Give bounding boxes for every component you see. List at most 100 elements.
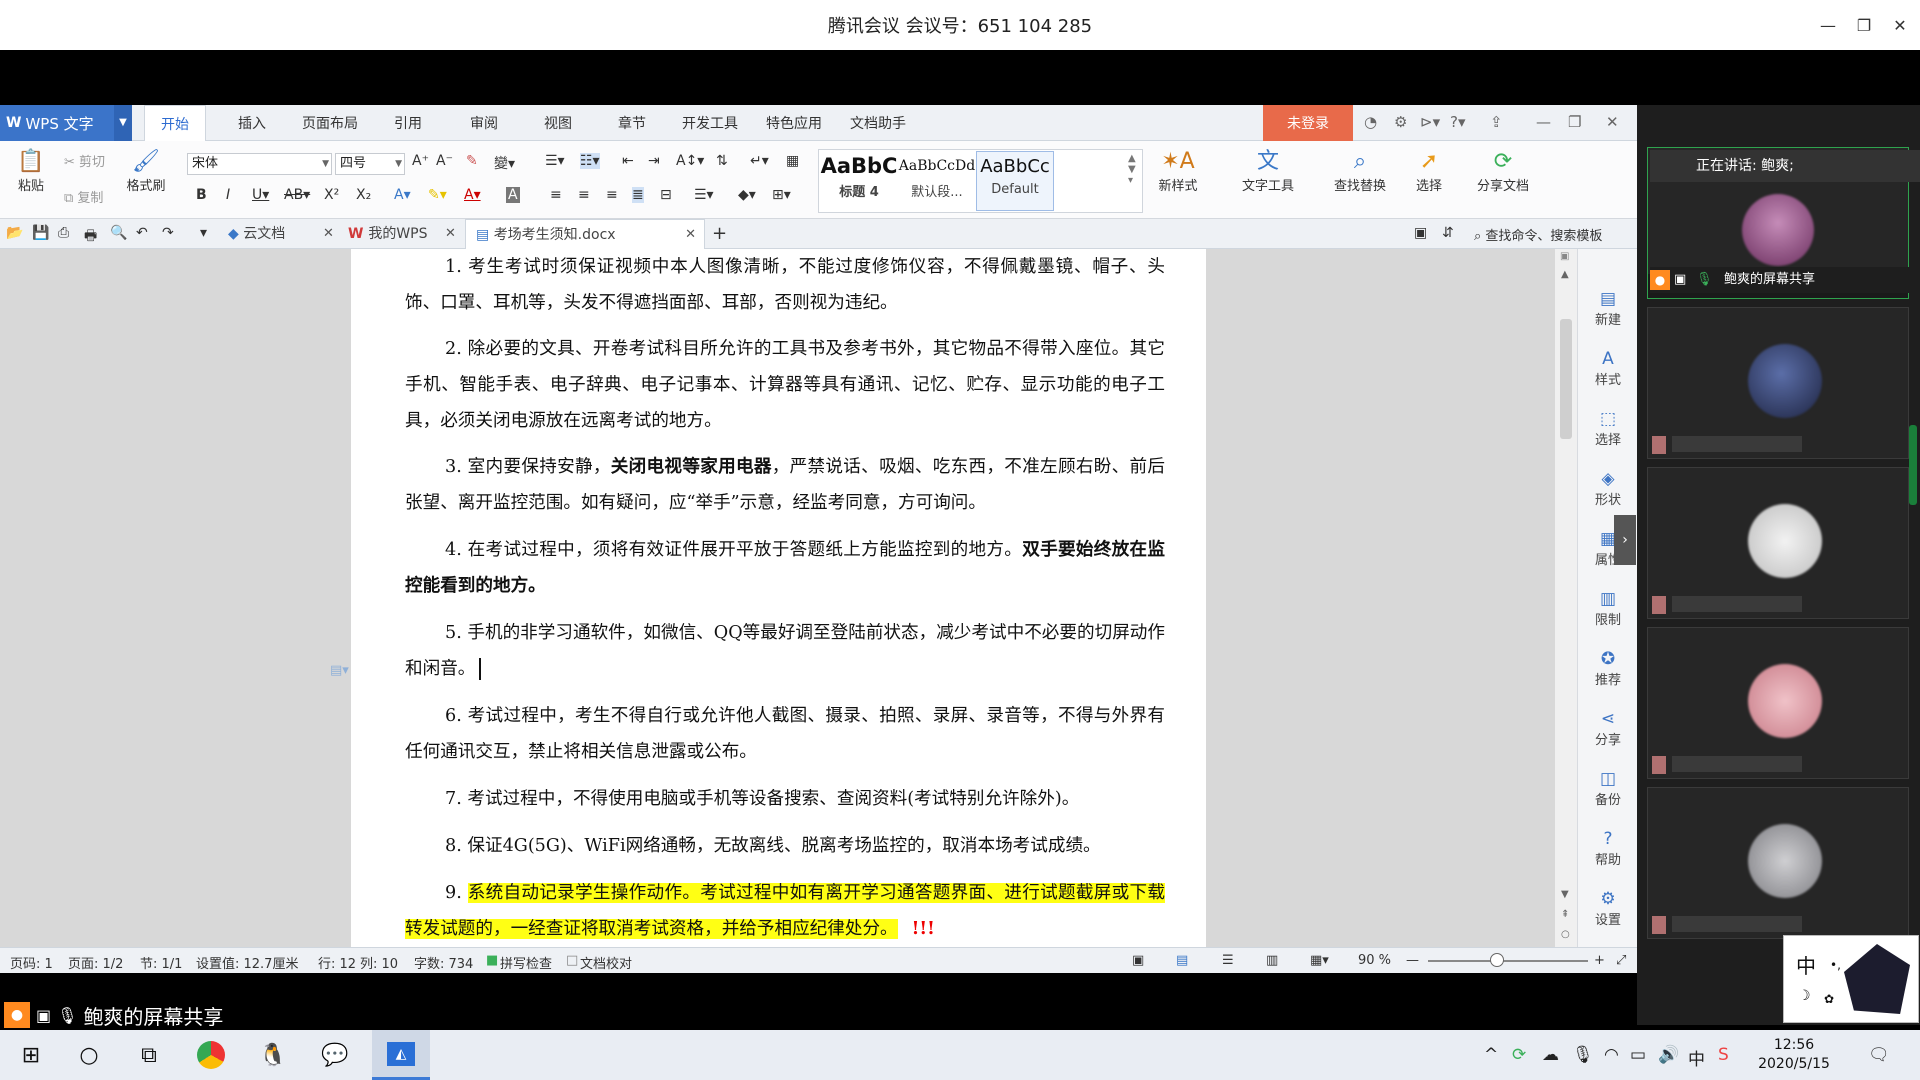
qq-icon[interactable]: 🐧 — [248, 1030, 298, 1080]
outline-view-icon[interactable]: ☰ — [1222, 953, 1234, 968]
quick-access-menu-icon[interactable]: ▾ — [200, 225, 207, 241]
shrink-font-icon[interactable]: A⁻ — [436, 153, 453, 169]
start-windows-icon[interactable]: ⊞ — [6, 1030, 56, 1080]
task-view-icon[interactable]: ⧉ — [124, 1030, 174, 1080]
panel-expand-button[interactable]: › — [1614, 515, 1636, 565]
align-right-icon[interactable]: ≡ — [606, 187, 618, 203]
wifi-icon[interactable]: ◠ — [1604, 1045, 1619, 1065]
scroll-up-icon[interactable]: ▲ — [1561, 269, 1569, 280]
help-icon[interactable]: ?▾ — [1450, 113, 1466, 131]
undo-icon[interactable]: ↶ — [136, 225, 148, 241]
select-button[interactable]: ➚ 选择 — [1404, 149, 1454, 194]
ime-status-box[interactable]: 中 •, ☽ ✿ — [1783, 935, 1919, 1023]
open-folder-icon[interactable]: 📂 — [6, 225, 23, 241]
browse-object-icon[interactable]: ○ — [1561, 929, 1570, 940]
line-spacing-icon[interactable]: ☰▾ — [694, 187, 714, 203]
align-center-icon[interactable]: ≡ — [578, 187, 590, 203]
phonetic-icon[interactable]: 變▾ — [494, 153, 515, 173]
close-icon[interactable]: ✕ — [445, 219, 456, 249]
zoom-level[interactable]: 90 % — [1358, 953, 1391, 968]
bold-icon[interactable]: B — [196, 187, 207, 203]
close-icon[interactable]: ✕ — [1606, 113, 1619, 131]
taskbar-clock[interactable]: 12:56 2020/5/15 — [1754, 1036, 1834, 1074]
style-default-para[interactable]: AaBbCcDd 默认段... — [898, 151, 976, 211]
battery-icon[interactable]: ▭ — [1630, 1045, 1646, 1065]
subscript-icon[interactable]: X₂ — [356, 187, 371, 203]
video-tile[interactable] — [1647, 787, 1909, 939]
skin-icon[interactable]: ◔ — [1364, 113, 1377, 131]
tab-references[interactable]: 引用 — [394, 105, 422, 141]
new-tab-icon[interactable]: + — [712, 223, 727, 244]
minimize-icon[interactable]: — — [1536, 113, 1551, 131]
vertical-scrollbar[interactable]: ▣ ▲ ▼ ⇞ ○ ⇟ — [1555, 249, 1577, 973]
close-icon[interactable]: ✕ — [1882, 0, 1918, 50]
grow-font-icon[interactable]: A⁺ — [412, 153, 429, 169]
new-style-button[interactable]: ✶A 新样式 — [1148, 149, 1208, 194]
minimize-icon[interactable]: — — [1810, 0, 1846, 50]
numbering-icon[interactable]: ☷▾ — [580, 153, 600, 169]
panel-restrict[interactable]: ▥ 限制 — [1578, 589, 1637, 628]
tab-cloud-docs[interactable]: ◆ 云文档 — [228, 219, 285, 249]
page-view-icon[interactable]: ▤ — [1176, 953, 1188, 968]
zoom-out-icon[interactable]: — — [1406, 953, 1419, 968]
borders-icon[interactable]: ⊞▾ — [772, 187, 791, 203]
tab-doc-assistant[interactable]: 文档助手 — [850, 105, 906, 141]
chinese-layout-icon[interactable]: A↕▾ — [676, 153, 704, 169]
tab-home[interactable]: 开始 — [144, 105, 206, 142]
paragraph-handle-icon[interactable]: ▤▾ — [330, 663, 349, 678]
close-icon[interactable]: ✕ — [685, 220, 696, 250]
tab-insert[interactable]: 插入 — [238, 105, 266, 141]
save-icon[interactable]: 💾 — [32, 225, 49, 241]
login-button[interactable]: 未登录 — [1263, 105, 1353, 141]
format-painter-button[interactable]: 🖌 格式刷 — [122, 149, 170, 194]
bullets-icon[interactable]: ☰▾ — [545, 153, 565, 169]
panel-settings[interactable]: ⚙ 设置 — [1578, 889, 1637, 928]
clear-format-icon[interactable]: ✎ — [466, 153, 478, 169]
highlight-icon[interactable]: ✎▾ — [428, 187, 447, 203]
panel-style[interactable]: A 样式 — [1578, 349, 1637, 388]
tab-exam-notice-doc[interactable]: ▤ 考场考生须知.docx ✕ — [465, 219, 705, 249]
decrease-indent-icon[interactable]: ⇤ — [622, 153, 634, 169]
font-size-select[interactable]: 四号 ▼ — [335, 153, 405, 175]
video-tile[interactable] — [1647, 627, 1909, 779]
export-pdf-icon[interactable]: ⎙ — [58, 225, 69, 241]
switch-window-icon[interactable]: ⇵ — [1442, 225, 1454, 241]
split-icon[interactable]: ▣ — [1560, 251, 1569, 262]
video-tile[interactable] — [1647, 467, 1909, 619]
collapse-ribbon-icon[interactable]: ⇪ — [1490, 113, 1503, 131]
zoom-in-icon[interactable]: + — [1594, 953, 1605, 968]
settings-icon[interactable]: ⚙ — [1394, 113, 1407, 131]
cloud-icon[interactable]: ☁ — [1542, 1045, 1559, 1065]
find-replace-button[interactable]: ⌕ 查找替换 — [1324, 149, 1396, 194]
mic-icon[interactable]: 🎙 — [1572, 1045, 1594, 1065]
paste-button[interactable]: 📋 粘贴 — [10, 149, 52, 194]
table-grid-icon[interactable]: ▦ — [786, 153, 799, 169]
scroll-down-icon[interactable]: ▼ — [1561, 889, 1569, 900]
panel-backup[interactable]: ◫ 备份 — [1578, 769, 1637, 808]
panel-recommend[interactable]: ✪ 推荐 — [1578, 649, 1637, 688]
tab-review[interactable]: 审阅 — [470, 105, 498, 141]
restore-icon[interactable]: ❐ — [1568, 113, 1581, 131]
sync-icon[interactable]: ⟳ — [1512, 1045, 1526, 1065]
show-marks-icon[interactable]: ↵▾ — [750, 153, 769, 169]
restore-icon[interactable]: ❐ — [1846, 0, 1882, 50]
print-icon[interactable]: 🖶 — [84, 225, 97, 249]
panel-share[interactable]: ⋖ 分享 — [1578, 709, 1637, 748]
tab-special[interactable]: 特色应用 — [766, 105, 822, 141]
feedback-icon[interactable]: ⊳▾ — [1420, 113, 1440, 131]
font-color-icon[interactable]: A▾ — [464, 187, 481, 203]
increase-indent-icon[interactable]: ⇥ — [648, 153, 660, 169]
gallery-scroll-icon[interactable]: ▲ ▼ ▾ — [1128, 153, 1136, 186]
italic-icon[interactable]: I — [226, 187, 230, 203]
superscript-icon[interactable]: X² — [324, 187, 339, 203]
chevron-up-icon[interactable]: ^ — [1484, 1045, 1498, 1065]
panel-help[interactable]: ? 帮助 — [1578, 829, 1637, 868]
search-icon[interactable]: ○ — [64, 1030, 114, 1080]
notification-icon[interactable]: 🗨 — [1868, 1045, 1890, 1065]
tab-developer[interactable]: 开发工具 — [682, 105, 738, 141]
shading-icon[interactable]: ◆▾ — [738, 187, 756, 203]
chrome-icon[interactable] — [186, 1030, 236, 1080]
doc-proofread-button[interactable]: 文档校对 — [580, 953, 632, 972]
strikethrough-icon[interactable]: AB▾ — [284, 187, 310, 203]
panel-new[interactable]: ▤ 新建 — [1578, 289, 1637, 328]
